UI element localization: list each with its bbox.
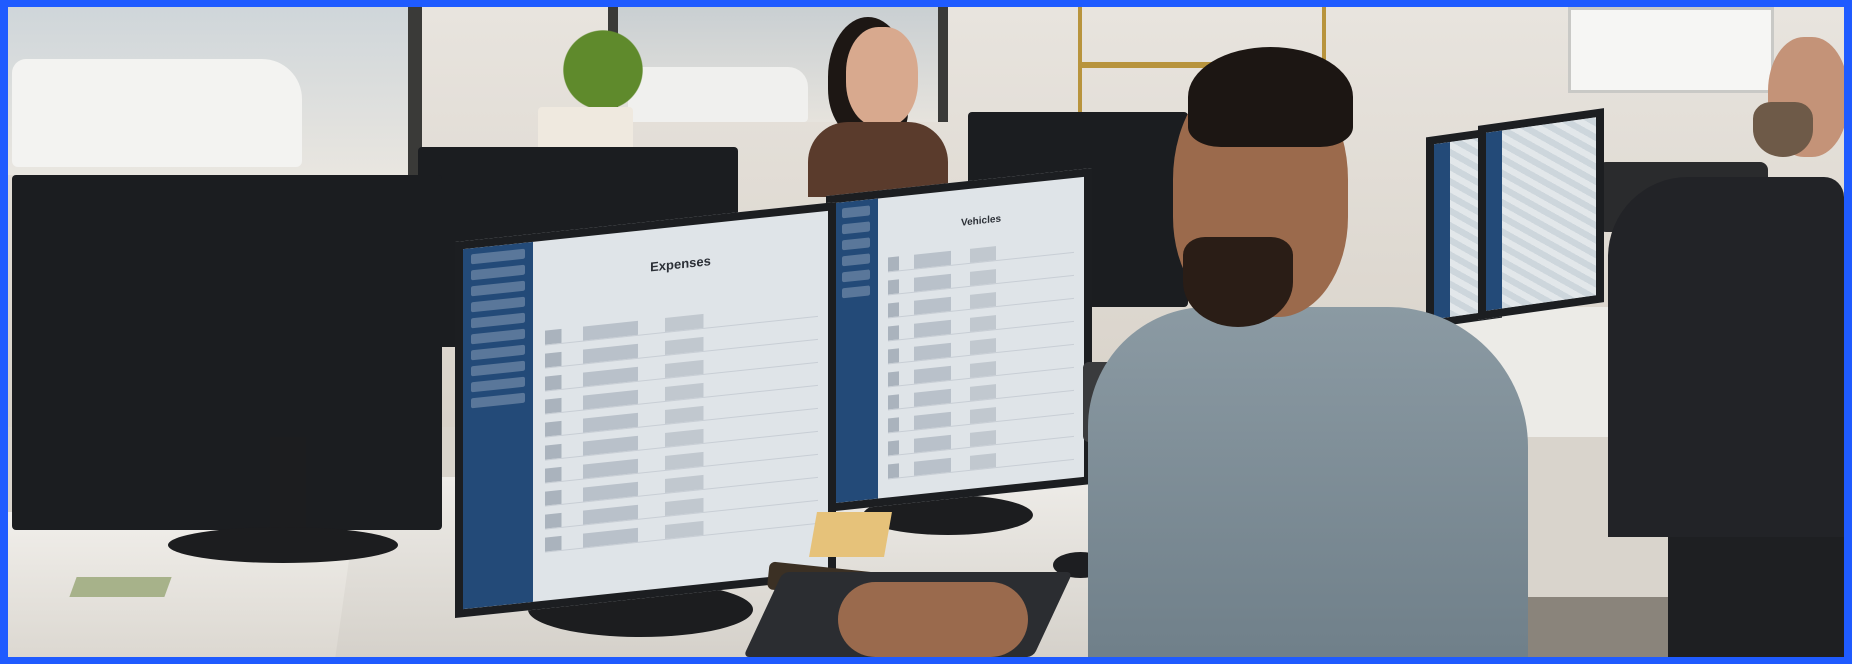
white-van bbox=[12, 59, 302, 167]
monitor-stand-left bbox=[270, 437, 306, 537]
vehicles-title: Vehicles bbox=[960, 213, 1002, 229]
map-sidebar bbox=[1486, 130, 1502, 311]
sidebar-item bbox=[471, 376, 525, 393]
map-view bbox=[1502, 117, 1596, 309]
sidebar-item bbox=[471, 312, 525, 329]
man-body bbox=[1088, 307, 1528, 657]
photo-frame: Vehicles Expenses bbox=[8, 7, 1844, 657]
business-cards bbox=[809, 512, 892, 557]
right-man-body bbox=[1608, 177, 1844, 537]
sticky-notes bbox=[69, 577, 172, 597]
sidebar-item bbox=[471, 296, 525, 313]
map-sidebar bbox=[1434, 141, 1450, 320]
plant bbox=[528, 7, 678, 112]
sidebar-nav-icon bbox=[463, 241, 533, 610]
sidebar-item bbox=[471, 248, 525, 265]
sidebar-item bbox=[471, 392, 525, 409]
expenses-screen: Expenses bbox=[455, 201, 836, 619]
sidebar-item bbox=[471, 280, 525, 297]
man-beard bbox=[1183, 237, 1293, 327]
sidebar-item bbox=[471, 264, 525, 281]
whiteboard bbox=[1568, 7, 1774, 93]
vehicles-table bbox=[888, 237, 1074, 488]
map-screen bbox=[1478, 108, 1604, 320]
sidebar-item bbox=[471, 344, 525, 361]
sidebar-item bbox=[842, 205, 870, 219]
sidebar-item bbox=[842, 269, 870, 283]
expenses-title: Expenses bbox=[650, 253, 711, 275]
right-man-beard bbox=[1753, 102, 1813, 157]
sidebar-item bbox=[842, 237, 870, 251]
sidebar-nav-icon bbox=[834, 198, 878, 504]
sidebar-item bbox=[471, 360, 525, 377]
expenses-table bbox=[545, 301, 818, 561]
typing-hands bbox=[838, 582, 1028, 657]
sidebar-item bbox=[842, 221, 870, 235]
sidebar-item bbox=[842, 285, 870, 299]
sidebar-item bbox=[842, 253, 870, 267]
monitor-base-left bbox=[168, 527, 398, 563]
man-hair bbox=[1188, 47, 1353, 147]
vehicles-screen: Vehicles bbox=[826, 168, 1092, 512]
woman-head bbox=[846, 27, 918, 127]
sidebar-item bbox=[471, 328, 525, 345]
monitor-back-left bbox=[12, 175, 442, 530]
